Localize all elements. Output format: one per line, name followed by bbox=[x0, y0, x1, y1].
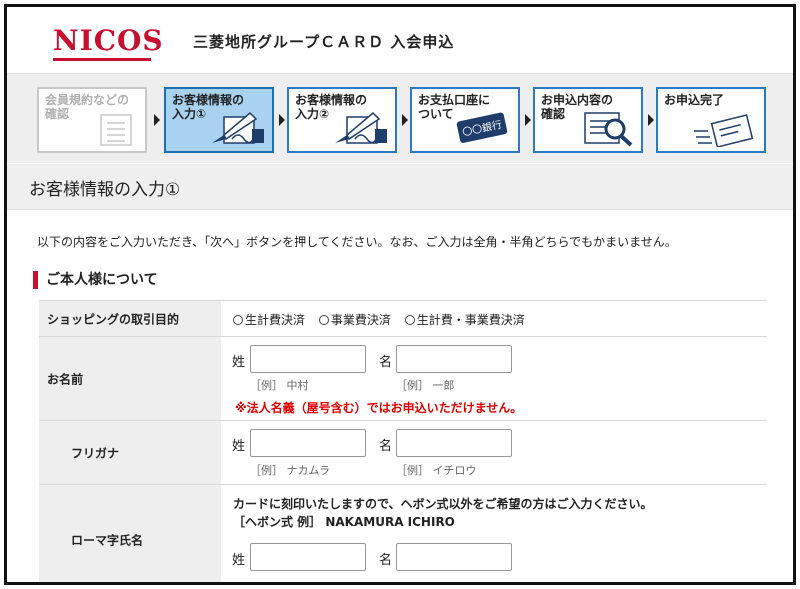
applicant-form: ショッピングの取引目的 生計費決済 事業費決済 生計費・事業費決済 お名前 姓 … bbox=[39, 300, 767, 582]
furigana-input-cell: 姓 名 ［例］ ナカムラ ［例］ イチロウ bbox=[221, 421, 767, 484]
step-label-line1: お客様情報の bbox=[295, 93, 368, 107]
step-label-line2: 確認 bbox=[541, 107, 566, 121]
roman-note: カードに刻印いたしますので、ヘボン式以外をご希望の方はご入力ください。 bbox=[233, 497, 653, 511]
roman-label-cell: ローマ字氏名 bbox=[63, 485, 221, 582]
sei-label: 姓 bbox=[232, 553, 246, 568]
step-arrow-icon bbox=[279, 114, 285, 126]
purpose-row: ショッピングの取引目的 生計費決済 事業費決済 生計費・事業費決済 bbox=[39, 300, 767, 336]
sei-label: 姓 bbox=[232, 355, 246, 370]
row-indent bbox=[39, 485, 63, 582]
step-label-line2: 入力② bbox=[295, 107, 330, 121]
hepburn-example: ［ヘボン式 例］ NAKAMURA ICHIRO bbox=[233, 515, 455, 529]
step-customer-info-2: お客様情報の 入力② bbox=[287, 87, 397, 153]
pen-writing-icon bbox=[335, 111, 387, 144]
corporate-name-warning: ※法人名義（屋号含む）ではお申込いただけません。 bbox=[235, 401, 523, 415]
radio-both-expense[interactable]: 生計費・事業費決済 bbox=[404, 311, 525, 328]
name-label: お名前 bbox=[47, 372, 84, 386]
step-label-line1: お申込完了 bbox=[664, 93, 725, 107]
name-input-cell: 姓 名 ［例］ 中村 ［例］ 一郎 ※法人名義（屋号含む）ではお申込いただけませ… bbox=[221, 337, 767, 420]
step-terms-confirm: 会員規約などの 確認 bbox=[37, 87, 147, 153]
step-payment-account: お支払口座に ついて 〇〇銀行 bbox=[410, 87, 520, 153]
step-label-line2: ついて bbox=[418, 107, 454, 121]
mei-label: 名 bbox=[379, 553, 393, 568]
purpose-label-cell: ショッピングの取引目的 bbox=[39, 301, 221, 336]
roman-input-cell: カードに刻印いたしますので、ヘボン式以外をご希望の方はご入力ください。 ［ヘボン… bbox=[221, 485, 767, 582]
step-label-line1: お申込内容の bbox=[541, 93, 614, 107]
roman-label: ローマ字氏名 bbox=[71, 533, 144, 547]
radio-circle-icon[interactable] bbox=[233, 315, 243, 325]
roman-name-row: ローマ字氏名 カードに刻印いたしますので、ヘボン式以外をご希望の方はご入力くださ… bbox=[39, 484, 767, 582]
name-mei-input[interactable] bbox=[396, 345, 512, 373]
section-heading: ご本人様について bbox=[33, 271, 158, 289]
row-indent bbox=[39, 421, 63, 484]
site-header: NICOS 三菱地所グループＣＡＲＤ 入会申込 bbox=[7, 7, 793, 73]
step-arrow-icon bbox=[402, 114, 408, 126]
step-complete: お申込完了 bbox=[656, 87, 766, 153]
header-title: 三菱地所グループＣＡＲＤ 入会申込 bbox=[193, 33, 455, 51]
name-sei-example: ［例］ 中村 bbox=[250, 379, 309, 392]
intro-text: 以下の内容をご入力いただき、「次へ」ボタンを押してください。なお、ご入力は全角・… bbox=[37, 235, 677, 249]
envelope-sent-icon bbox=[694, 114, 754, 147]
radio-business-expense[interactable]: 事業費決済 bbox=[318, 311, 391, 328]
logo-underline bbox=[53, 58, 151, 61]
radio-circle-icon[interactable] bbox=[404, 315, 415, 325]
step-label-line1: お支払口座に bbox=[418, 93, 491, 107]
step-label-line1: お客様情報の bbox=[172, 93, 245, 107]
mei-label: 名 bbox=[379, 439, 393, 454]
page-title: お客様情報の入力① bbox=[29, 180, 181, 200]
name-sei-input[interactable] bbox=[250, 345, 366, 373]
furigana-sei-example: ［例］ ナカムラ bbox=[250, 464, 330, 477]
mei-label: 名 bbox=[379, 355, 393, 370]
roman-mei-input[interactable] bbox=[396, 543, 512, 571]
radio-label: 生計費・事業費決済 bbox=[416, 313, 525, 327]
purpose-radio-group: 生計費決済 事業費決済 生計費・事業費決済 bbox=[233, 311, 535, 328]
furigana-mei-input[interactable] bbox=[396, 429, 512, 457]
purpose-options-cell: 生計費決済 事業費決済 生計費・事業費決済 bbox=[221, 301, 767, 336]
step-label-line1: 会員規約などの bbox=[45, 93, 130, 107]
furigana-row: フリガナ 姓 名 ［例］ ナカムラ ［例］ イチロウ bbox=[39, 420, 767, 484]
step-arrow-icon bbox=[525, 114, 531, 126]
step-arrow-icon bbox=[154, 114, 160, 126]
progress-steps: 会員規約などの 確認 お客様情報の 入力① お客様情報の 入力② お支払口座に … bbox=[7, 73, 793, 163]
roman-sei-input[interactable] bbox=[250, 543, 366, 571]
furigana-mei-example: ［例］ イチロウ bbox=[396, 464, 477, 477]
name-row: お名前 姓 名 ［例］ 中村 ［例］ 一郎 ※法人名義（屋号含む）ではお申込いた… bbox=[39, 336, 767, 420]
name-label-cell: お名前 bbox=[39, 337, 221, 420]
sei-label: 姓 bbox=[232, 439, 246, 454]
step-arrow-icon bbox=[648, 114, 654, 126]
pen-writing-icon bbox=[212, 111, 264, 144]
document-icon bbox=[100, 114, 132, 146]
furigana-sei-input[interactable] bbox=[250, 429, 366, 457]
radio-living-expense[interactable]: 生計費決済 bbox=[233, 311, 305, 328]
page-title-bar: お客様情報の入力① bbox=[7, 164, 793, 210]
step-review: お申込内容の 確認 bbox=[533, 87, 643, 153]
radio-label: 生計費決済 bbox=[245, 313, 306, 327]
furigana-label-cell: フリガナ bbox=[63, 421, 221, 484]
furigana-label: フリガナ bbox=[71, 446, 120, 460]
purpose-label: ショッピングの取引目的 bbox=[47, 312, 180, 326]
step-label-line2: 入力① bbox=[172, 107, 207, 121]
nicos-logo[interactable]: NICOS bbox=[53, 24, 164, 57]
step-customer-info-1: お客様情報の 入力① bbox=[164, 87, 274, 153]
radio-label: 事業費決済 bbox=[330, 313, 391, 327]
browser-frame: NICOS 三菱地所グループＣＡＲＤ 入会申込 会員規約などの 確認 お客様情報の… bbox=[4, 4, 796, 585]
name-mei-example: ［例］ 一郎 bbox=[396, 379, 455, 392]
magnifier-document-icon bbox=[584, 112, 633, 147]
radio-circle-icon[interactable] bbox=[318, 315, 329, 325]
bank-card-icon: 〇〇銀行 bbox=[456, 112, 508, 143]
step-label-line2: 確認 bbox=[45, 107, 70, 121]
